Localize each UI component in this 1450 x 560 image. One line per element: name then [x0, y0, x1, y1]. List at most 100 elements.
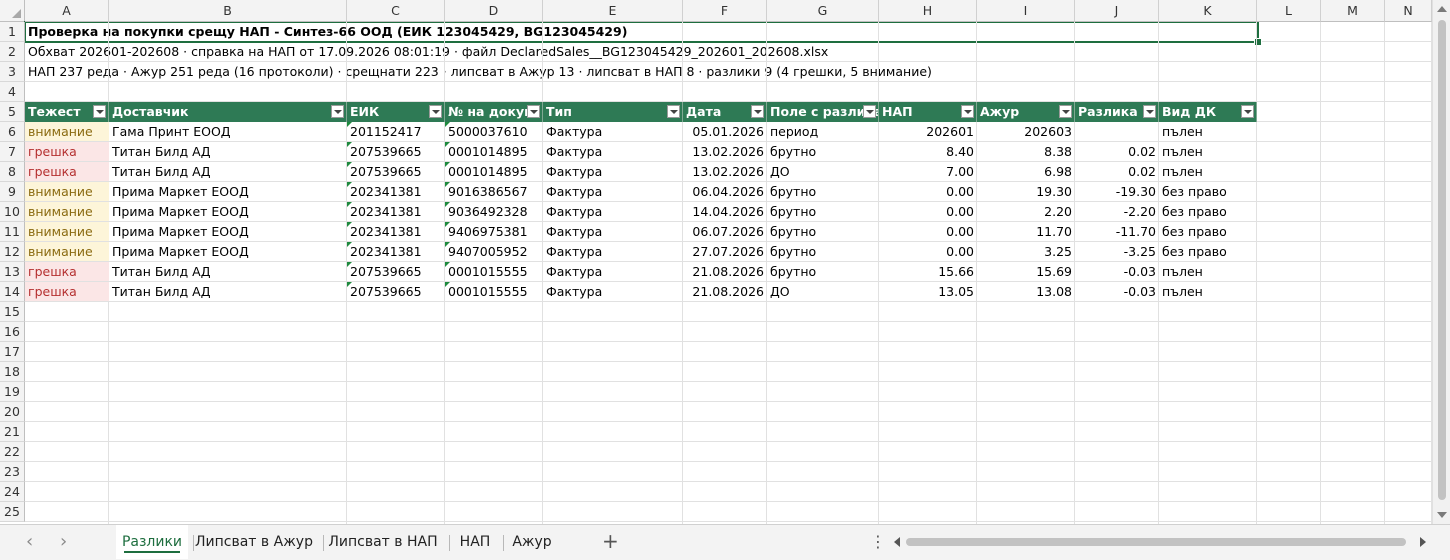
scroll-right-icon[interactable]: [1420, 537, 1426, 547]
table-cell[interactable]: 21.08.2026: [683, 282, 767, 301]
column-header-c[interactable]: C: [347, 0, 445, 22]
severity-cell[interactable]: внимание: [25, 182, 109, 201]
table-cell[interactable]: 9407005952: [445, 242, 543, 261]
table-cell[interactable]: 27.07.2026: [683, 242, 767, 261]
next-sheet-icon[interactable]: ›: [60, 533, 67, 551]
table-cell[interactable]: [1075, 122, 1159, 141]
table-cell[interactable]: без право: [1159, 182, 1257, 201]
table-cell[interactable]: 0.02: [1075, 142, 1159, 161]
filter-dropdown-icon[interactable]: [429, 105, 442, 118]
row-header-1[interactable]: 1: [0, 22, 25, 42]
spreadsheet-grid[interactable]: Проверка на покупки срещу НАП - Синтез-6…: [0, 0, 1432, 524]
table-cell[interactable]: 0001014895: [445, 142, 543, 161]
table-cell[interactable]: 15.69: [977, 262, 1075, 281]
table-cell[interactable]: 15.66: [879, 262, 977, 281]
table-cell[interactable]: 06.04.2026: [683, 182, 767, 201]
row-header-23[interactable]: 23: [0, 462, 25, 482]
row-header-12[interactable]: 12: [0, 242, 25, 262]
table-cell[interactable]: период: [767, 122, 879, 141]
scroll-left-icon[interactable]: [894, 537, 900, 547]
table-cell[interactable]: 0.00: [879, 242, 977, 261]
row-header-14[interactable]: 14: [0, 282, 25, 302]
table-cell[interactable]: пълен: [1159, 122, 1257, 141]
row-header-25[interactable]: 25: [0, 502, 25, 522]
table-cell[interactable]: пълен: [1159, 162, 1257, 181]
table-cell[interactable]: 2.20: [977, 202, 1075, 221]
table-cell[interactable]: 13.02.2026: [683, 162, 767, 181]
scroll-down-icon[interactable]: [1437, 512, 1447, 518]
column-header-g[interactable]: G: [767, 0, 879, 22]
table-cell[interactable]: Фактура: [543, 162, 683, 181]
table-cell[interactable]: ДО: [767, 282, 879, 301]
column-header-e[interactable]: E: [543, 0, 683, 22]
table-cell[interactable]: ДО: [767, 162, 879, 181]
severity-cell[interactable]: внимание: [25, 222, 109, 241]
table-cell[interactable]: 0.02: [1075, 162, 1159, 181]
more-options-icon[interactable]: ⋮: [870, 533, 886, 551]
table-cell[interactable]: Фактура: [543, 242, 683, 261]
table-cell[interactable]: 7.00: [879, 162, 977, 181]
table-cell[interactable]: 13.05: [879, 282, 977, 301]
table-cell[interactable]: 11.70: [977, 222, 1075, 241]
table-cell[interactable]: -0.03: [1075, 262, 1159, 281]
table-header-cell[interactable]: Дата: [683, 102, 767, 122]
filter-dropdown-icon[interactable]: [667, 105, 680, 118]
row-header-9[interactable]: 9: [0, 182, 25, 202]
table-cell[interactable]: 06.07.2026: [683, 222, 767, 241]
table-cell[interactable]: 9406975381: [445, 222, 543, 241]
table-cell[interactable]: Фактура: [543, 142, 683, 161]
severity-cell[interactable]: внимание: [25, 202, 109, 221]
table-cell[interactable]: брутно: [767, 182, 879, 201]
table-cell[interactable]: Прима Маркет ЕООД: [109, 202, 347, 221]
sheet-tab-2[interactable]: Липсват в Ажур: [194, 525, 314, 559]
table-cell[interactable]: 6.98: [977, 162, 1075, 181]
column-header-m[interactable]: M: [1321, 0, 1385, 22]
row-header-18[interactable]: 18: [0, 362, 25, 382]
sheet-tab-1[interactable]: Разлики: [116, 525, 188, 559]
table-cell[interactable]: брутно: [767, 222, 879, 241]
add-sheet-icon[interactable]: +: [602, 529, 619, 553]
table-cell[interactable]: 8.38: [977, 142, 1075, 161]
severity-cell[interactable]: внимание: [25, 242, 109, 261]
table-cell[interactable]: без право: [1159, 242, 1257, 261]
table-cell[interactable]: брутно: [767, 202, 879, 221]
table-header-cell[interactable]: Доставчик: [109, 102, 347, 122]
table-cell[interactable]: брутно: [767, 242, 879, 261]
column-header-a[interactable]: A: [25, 0, 109, 22]
table-cell[interactable]: брутно: [767, 262, 879, 281]
table-cell[interactable]: 207539665: [347, 262, 445, 281]
column-header-d[interactable]: D: [445, 0, 543, 22]
table-cell[interactable]: 21.08.2026: [683, 262, 767, 281]
sheet-tab-4[interactable]: НАП: [450, 525, 500, 559]
table-cell[interactable]: 202601: [879, 122, 977, 141]
table-cell[interactable]: Фактура: [543, 182, 683, 201]
table-header-cell[interactable]: Разлика: [1075, 102, 1159, 122]
table-cell[interactable]: пълен: [1159, 262, 1257, 281]
table-cell[interactable]: 8.40: [879, 142, 977, 161]
filter-dropdown-icon[interactable]: [527, 105, 540, 118]
sheet-tab-3[interactable]: Липсват в НАП: [324, 525, 442, 559]
filter-dropdown-icon[interactable]: [1059, 105, 1072, 118]
table-cell[interactable]: пълен: [1159, 142, 1257, 161]
row-header-5[interactable]: 5: [0, 102, 25, 122]
row-header-15[interactable]: 15: [0, 302, 25, 322]
table-cell[interactable]: 202341381: [347, 182, 445, 201]
filter-dropdown-icon[interactable]: [1241, 105, 1254, 118]
table-cell[interactable]: Фактура: [543, 202, 683, 221]
table-cell[interactable]: Фактура: [543, 262, 683, 281]
table-cell[interactable]: Фактура: [543, 282, 683, 301]
row-header-20[interactable]: 20: [0, 402, 25, 422]
table-cell[interactable]: 9016386567: [445, 182, 543, 201]
select-all-corner[interactable]: [0, 0, 25, 22]
row-header-11[interactable]: 11: [0, 222, 25, 242]
prev-sheet-icon[interactable]: ‹: [26, 533, 33, 551]
column-header-l[interactable]: L: [1257, 0, 1321, 22]
filter-dropdown-icon[interactable]: [863, 105, 876, 118]
row-header-13[interactable]: 13: [0, 262, 25, 282]
row-header-24[interactable]: 24: [0, 482, 25, 502]
horizontal-scrollbar[interactable]: [890, 532, 1430, 552]
row-header-22[interactable]: 22: [0, 442, 25, 462]
table-cell[interactable]: 0.00: [879, 202, 977, 221]
table-cell[interactable]: -0.03: [1075, 282, 1159, 301]
table-cell[interactable]: 0.00: [879, 182, 977, 201]
